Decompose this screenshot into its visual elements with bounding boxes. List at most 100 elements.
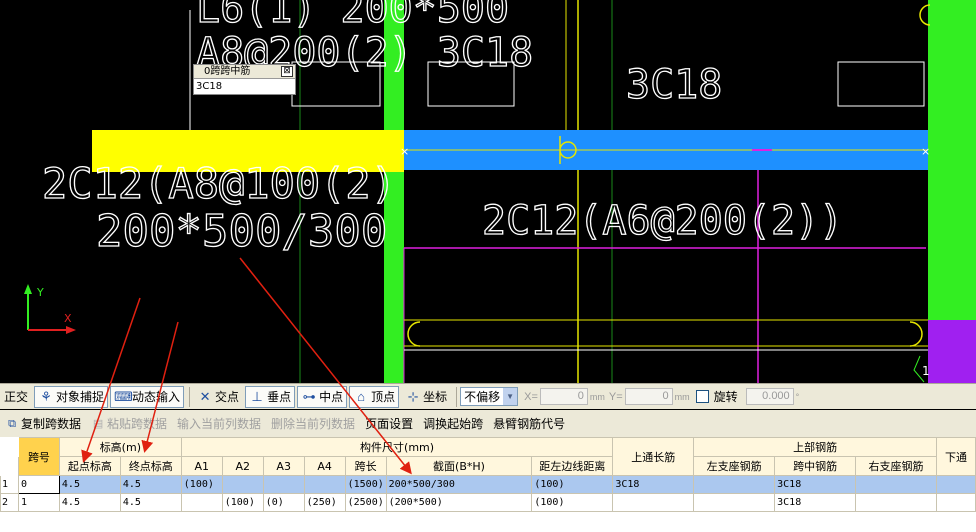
span-table[interactable]: 跨号 标高(m) 构件尺寸(mm) 上通长筋 上部钢筋 下通 起点标高 终点标高…: [0, 437, 976, 512]
cantilever-code-button[interactable]: 悬臂钢筋代号: [488, 415, 570, 432]
x-input[interactable]: 0: [539, 388, 588, 405]
table-row[interactable]: 1 0 4.5 4.5 (100) (1500) 200*500/300 (10…: [0, 475, 976, 494]
cell-bottom[interactable]: [935, 493, 976, 512]
cell-start-elevation[interactable]: 4.5: [58, 493, 121, 512]
cell-span-length[interactable]: (2500): [344, 493, 387, 512]
cell-a1[interactable]: (100): [180, 475, 223, 494]
input-current-column-label: 输入当前列数据: [177, 417, 262, 431]
header-member-size[interactable]: 构件尺寸(mm): [180, 437, 614, 457]
cad-drawing[interactable]: × × L6(1) 200*500 A8@200(2) 3C18 3C18 2C…: [0, 0, 976, 383]
cell-end-elevation[interactable]: 4.5: [119, 475, 182, 494]
snap-icon: ⚘: [40, 388, 52, 404]
paste-span-button[interactable]: ▤ 粘贴跨数据: [86, 415, 172, 432]
cell-distance-left-edge[interactable]: (100): [531, 475, 614, 494]
cad-text-right-bottom-bar[interactable]: 2C12(A6@200(2)): [481, 197, 844, 244]
header-left-support-bar[interactable]: 左支座钢筋: [693, 456, 776, 476]
cad-drawing-canvas[interactable]: × × L6(1) 200*500 A8@200(2) 3C18 3C18 2C…: [0, 0, 976, 383]
rotate-label: 旋转: [713, 390, 738, 404]
cell-a3[interactable]: (0): [262, 493, 305, 512]
chevron-down-icon[interactable]: ▼: [503, 388, 518, 405]
snap-perpendicular[interactable]: ⊥ 垂点: [245, 385, 296, 408]
copy-span-button[interactable]: ⧉ 复制跨数据: [0, 415, 86, 432]
cell-left-support-bar[interactable]: [693, 475, 776, 494]
cell-a3[interactable]: [262, 475, 305, 494]
cell-a2[interactable]: (100): [221, 493, 264, 512]
object-snap-toggle[interactable]: ⚘ 对象捕捉: [34, 385, 109, 408]
header-a1[interactable]: A1: [180, 456, 223, 476]
header-elevation[interactable]: 标高(m): [58, 437, 182, 457]
cad-text-top-bar[interactable]: 3C18: [625, 61, 723, 108]
perpendicular-label: 垂点: [267, 390, 292, 404]
rotate-field[interactable]: 0.000 °: [744, 388, 799, 405]
header-top-through-bar[interactable]: 上通长筋: [612, 437, 695, 476]
cell-mid-span-bar[interactable]: 3C18: [774, 493, 857, 512]
header-start-elevation[interactable]: 起点标高: [58, 456, 121, 476]
cell-bottom[interactable]: [935, 475, 976, 494]
offset-select-value: 不偏移: [464, 390, 501, 404]
header-distance-left-edge[interactable]: 距左边线距离: [531, 456, 614, 476]
column-right-purple[interactable]: [928, 320, 976, 383]
delete-current-column-button[interactable]: 删除当前列数据: [266, 415, 360, 432]
cell-a1[interactable]: [180, 493, 223, 512]
swap-start-span-button[interactable]: 调换起始跨: [418, 415, 488, 432]
input-current-column-button[interactable]: 输入当前列数据: [172, 415, 266, 432]
cell-top-through-bar[interactable]: 3C18: [612, 475, 695, 494]
header-a4[interactable]: A4: [303, 456, 346, 476]
cell-section[interactable]: (200*500): [385, 493, 533, 512]
column-right[interactable]: [928, 0, 976, 320]
cad-text-left-bottom-bar[interactable]: 2C12(A8@100(2): [41, 158, 396, 208]
header-right-support-bar[interactable]: 右支座钢筋: [855, 456, 937, 476]
cell-section[interactable]: 200*500/300: [385, 475, 533, 494]
dynamic-input-toggle[interactable]: ⌨ 动态输入: [110, 385, 185, 408]
span-rebar-popup[interactable]: 0跨跨中筋 ⊠ 3C18: [193, 64, 296, 95]
cell-span-no[interactable]: 1: [17, 493, 60, 512]
cad-text-beam-spec[interactable]: L6(1) 200*500: [195, 0, 509, 33]
vertex-icon: ⌂: [357, 388, 366, 404]
snap-toolbar: 正交 ⚘ 对象捕捉 ⌨ 动态输入 ✕ 交点 ⊥ 垂点 ⊶ 中点 ⌂ 顶点 ⊹ 坐…: [0, 383, 976, 409]
cad-text-left-section[interactable]: 200*500/300: [95, 205, 388, 257]
cell-end-elevation[interactable]: 4.5: [119, 493, 182, 512]
cell-right-support-bar[interactable]: [855, 493, 937, 512]
snap-vertex[interactable]: ⌂ 顶点: [349, 385, 400, 408]
cell-a4[interactable]: [303, 475, 346, 494]
y-input[interactable]: 0: [624, 388, 673, 405]
paste-span-label: 粘贴跨数据: [107, 417, 168, 431]
close-icon[interactable]: ⊠: [281, 66, 293, 77]
cell-a4[interactable]: (250): [303, 493, 346, 512]
coordinate-label: 坐标: [423, 390, 448, 404]
page-setup-button[interactable]: 页面设置: [360, 415, 418, 432]
ortho-toggle[interactable]: 正交: [0, 386, 32, 408]
span-data-grid[interactable]: 跨号 标高(m) 构件尺寸(mm) 上通长筋 上部钢筋 下通 起点标高 终点标高…: [0, 437, 976, 532]
cell-distance-left-edge[interactable]: (100): [531, 493, 614, 512]
header-section[interactable]: 截面(B*H): [385, 456, 533, 476]
cell-start-elevation[interactable]: 4.5: [58, 475, 121, 494]
cell-a2[interactable]: [221, 475, 264, 494]
snap-coordinate[interactable]: ⊹ 坐标: [401, 386, 451, 408]
header-span-length[interactable]: 跨长: [344, 456, 387, 476]
header-bottom[interactable]: 下通: [935, 437, 976, 476]
cell-span-no[interactable]: 0: [17, 475, 60, 494]
cell-left-support-bar[interactable]: [693, 493, 776, 512]
y-coordinate-field[interactable]: Y= 0 mm: [609, 388, 690, 405]
cell-right-support-bar[interactable]: [855, 475, 937, 494]
cell-span-length[interactable]: (1500): [344, 475, 387, 494]
header-a3[interactable]: A3: [262, 456, 305, 476]
cell-mid-span-bar[interactable]: 3C18: [774, 475, 857, 494]
rotate-input[interactable]: 0.000: [745, 388, 794, 405]
cad-text-corner-mark: 1: [922, 364, 930, 378]
popup-value[interactable]: 3C18: [194, 79, 295, 94]
ucs-axis-icon: Y X: [24, 284, 76, 334]
header-span-no[interactable]: 跨号: [17, 437, 60, 476]
header-a2[interactable]: A2: [221, 456, 264, 476]
offset-select[interactable]: 不偏移 ▼: [460, 387, 519, 406]
header-end-elevation[interactable]: 终点标高: [119, 456, 182, 476]
header-top-rebar[interactable]: 上部钢筋: [693, 437, 937, 457]
header-mid-span-bar[interactable]: 跨中钢筋: [774, 456, 857, 476]
snap-intersection[interactable]: ✕ 交点: [193, 386, 243, 408]
x-coordinate-field[interactable]: X= 0 mm: [524, 388, 605, 405]
cell-top-through-bar[interactable]: [612, 493, 695, 512]
table-row[interactable]: 2 1 4.5 4.5 (100) (0) (250) (2500) (200*…: [0, 493, 976, 512]
intersection-label: 交点: [215, 390, 240, 404]
snap-midpoint[interactable]: ⊶ 中点: [297, 385, 348, 408]
rotate-checkbox[interactable]: [695, 390, 709, 403]
